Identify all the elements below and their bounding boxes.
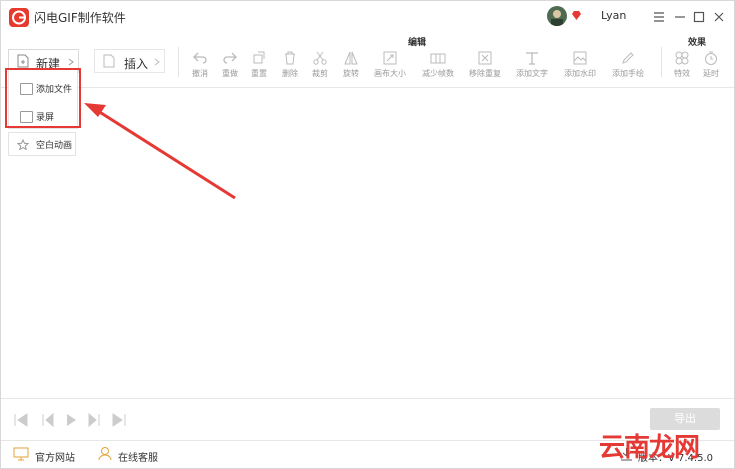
website-icon (13, 447, 29, 461)
last-frame-icon[interactable] (111, 412, 127, 428)
support-icon (98, 447, 112, 461)
next-frame-icon[interactable] (86, 412, 102, 428)
watermark-text: 云南龙网 (599, 433, 700, 463)
previous-frame-icon[interactable] (40, 412, 56, 428)
official-website-link[interactable]: 官方网站 (35, 449, 75, 464)
playback-divider (1, 398, 734, 399)
online-support-link[interactable]: 在线客服 (118, 449, 158, 464)
first-frame-icon[interactable] (13, 412, 29, 428)
play-icon[interactable] (63, 412, 79, 428)
